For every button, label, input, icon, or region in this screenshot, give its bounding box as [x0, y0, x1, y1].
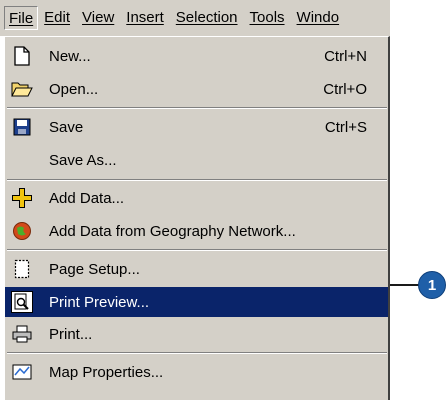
menu-item-save[interactable]: Save Ctrl+S	[5, 112, 388, 142]
shortcut-label: Ctrl+O	[323, 80, 367, 98]
menu-item-label: Page Setup...	[49, 260, 140, 278]
menu-file[interactable]: File	[4, 6, 39, 30]
menu-bar: File Edit View Insert Selection Tools Wi…	[0, 0, 390, 36]
menu-selection[interactable]: Selection	[170, 6, 244, 30]
map-properties-icon	[11, 361, 33, 383]
menu-item-page-setup[interactable]: Page Setup...	[5, 254, 388, 284]
page-setup-icon	[11, 258, 33, 280]
menu-item-label: Save	[49, 118, 84, 136]
menu-separator	[7, 352, 387, 354]
shortcut-label: Ctrl+N	[324, 47, 367, 65]
menu-separator	[7, 179, 387, 181]
menu-item-print-preview[interactable]: Print Preview...	[5, 287, 388, 317]
menu-item-label: Open...	[49, 80, 99, 98]
globe-icon	[11, 220, 33, 242]
menu-separator	[7, 107, 387, 109]
menu-item-label: Add Data from Geography Network...	[49, 222, 296, 240]
menu-item-label: Print Preview...	[49, 293, 150, 311]
menu-tools[interactable]: Tools	[244, 6, 291, 30]
printer-icon	[11, 323, 33, 345]
menu-item-print[interactable]: Print...	[5, 319, 388, 349]
menu-item-add-data-geography-network[interactable]: Add Data from Geography Network...	[5, 216, 388, 246]
menu-insert[interactable]: Insert	[120, 6, 170, 30]
menu-item-new[interactable]: New... Ctrl+N	[5, 41, 388, 71]
callout-number-badge: 1	[418, 271, 446, 299]
menu-item-map-properties[interactable]: Map Properties...	[5, 357, 388, 387]
menu-item-label: New...	[49, 47, 91, 65]
save-disk-icon	[11, 116, 33, 138]
file-menu-dropdown: New... Ctrl+N Open... Ctrl+O Save Ctrl+S…	[4, 36, 390, 400]
menu-view[interactable]: View	[76, 6, 120, 30]
menu-item-label: Add Data...	[49, 189, 125, 207]
menu-item-add-data[interactable]: Add Data...	[5, 183, 388, 213]
menu-item-save-as[interactable]: Save As...	[5, 145, 388, 175]
new-document-icon	[11, 45, 33, 67]
menu-item-open[interactable]: Open... Ctrl+O	[5, 74, 388, 104]
shortcut-label: Ctrl+S	[324, 118, 367, 136]
open-folder-icon	[11, 78, 33, 100]
menu-item-label: Save As...	[49, 151, 117, 169]
menu-item-label: Print...	[49, 325, 93, 343]
menu-separator	[7, 249, 387, 251]
add-data-icon	[11, 187, 33, 209]
menu-item-label: Map Properties...	[49, 363, 164, 381]
menu-window[interactable]: Windo	[291, 6, 346, 30]
menu-edit[interactable]: Edit	[38, 6, 76, 30]
print-preview-icon	[11, 291, 33, 313]
